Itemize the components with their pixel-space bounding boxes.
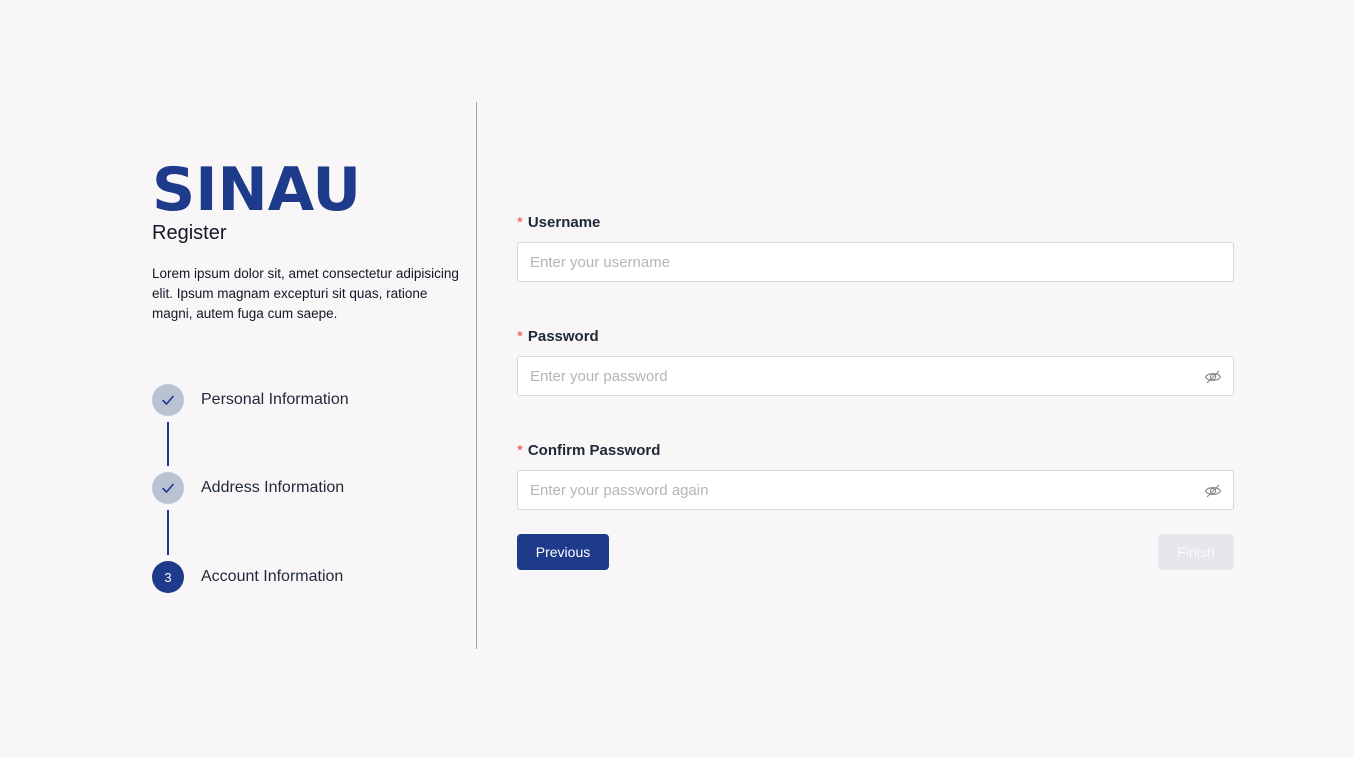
required-asterisk: * — [517, 441, 523, 459]
form-actions: Previous Finish — [517, 534, 1234, 570]
confirm-password-label-text: Confirm Password — [527, 441, 661, 459]
password-label-text: Password — [527, 327, 599, 345]
brand-logo: SINAU — [152, 155, 362, 225]
confirm-password-input[interactable] — [518, 471, 1233, 509]
step-address-information[interactable]: Address Information — [152, 472, 344, 504]
step-label: Address Information — [201, 479, 345, 496]
confirm-password-label: * Confirm Password — [517, 440, 1234, 460]
password-field-group: * Password — [517, 326, 1234, 396]
confirm-password-input-wrapper — [517, 470, 1234, 510]
username-input[interactable] — [518, 243, 1233, 281]
step-account-information[interactable]: 3 Account Information — [152, 561, 343, 593]
eye-off-icon[interactable] — [1204, 368, 1222, 386]
step-label: Account Information — [201, 568, 344, 585]
step-label: Personal Information — [201, 391, 349, 408]
username-field-group: * Username — [517, 212, 1234, 282]
password-input-wrapper — [517, 356, 1234, 396]
check-icon — [162, 483, 174, 493]
confirm-password-field-group: * Confirm Password — [517, 440, 1234, 510]
step-number-badge: 3 — [152, 561, 184, 593]
step-personal-information[interactable]: Personal Information — [152, 384, 349, 416]
previous-button[interactable]: Previous — [517, 534, 609, 570]
step-status-done — [152, 384, 184, 416]
check-icon — [162, 395, 174, 405]
vertical-divider — [476, 102, 477, 649]
username-label: * Username — [517, 212, 1234, 232]
username-input-wrapper — [517, 242, 1234, 282]
password-label: * Password — [517, 326, 1234, 346]
password-input[interactable] — [518, 357, 1233, 395]
eye-off-icon[interactable] — [1204, 482, 1222, 500]
step-connector — [167, 422, 169, 466]
step-connector — [167, 510, 169, 555]
finish-button[interactable]: Finish — [1158, 534, 1234, 570]
required-asterisk: * — [517, 327, 523, 345]
page-description: Lorem ipsum dolor sit, amet consectetur … — [152, 266, 459, 321]
register-page: SINAU Register Lorem ipsum dolor sit, am… — [0, 0, 1354, 757]
account-form: * Username * Password — [517, 212, 1234, 570]
step-status-done — [152, 472, 184, 504]
required-asterisk: * — [517, 213, 523, 231]
username-label-text: Username — [527, 213, 601, 231]
intro-panel: SINAU Register Lorem ipsum dolor sit, am… — [152, 160, 468, 324]
